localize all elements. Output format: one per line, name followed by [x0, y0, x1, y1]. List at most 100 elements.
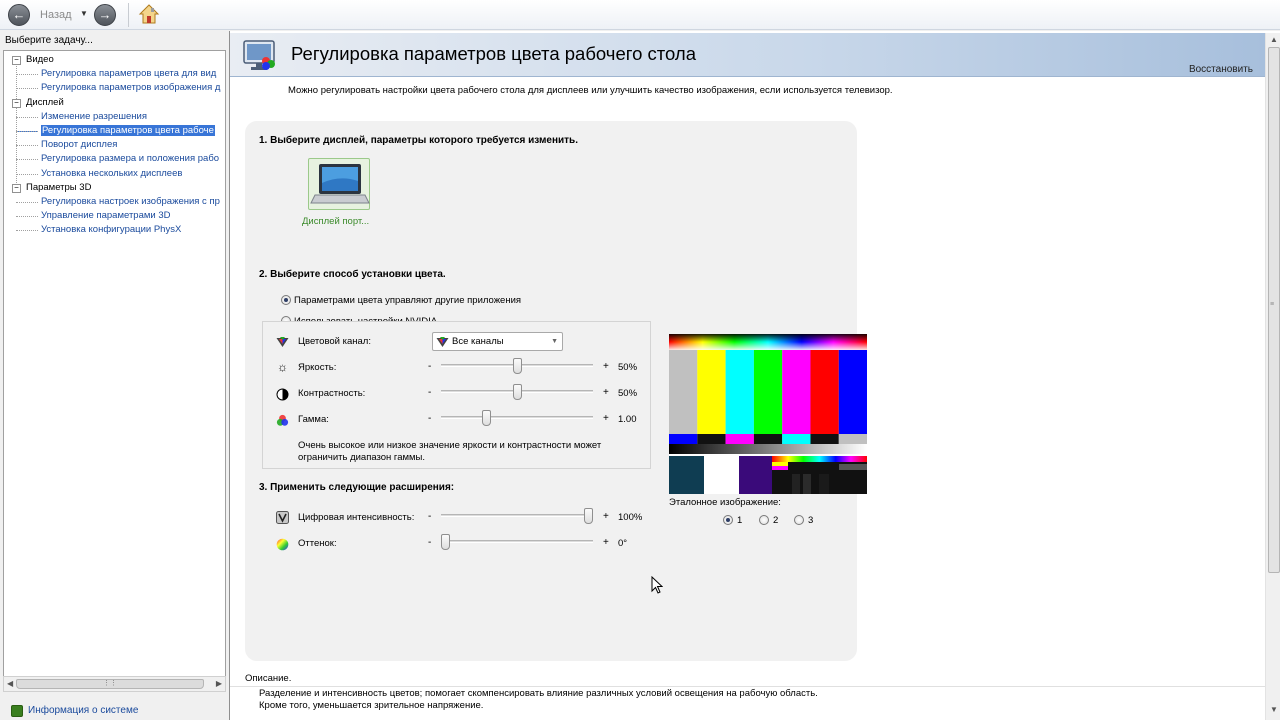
reference-option-2[interactable]	[759, 515, 769, 525]
tree-connector	[16, 130, 38, 132]
reference-option-3[interactable]	[794, 515, 804, 525]
description-text: Разделение и интенсивность цветов; помог…	[259, 688, 818, 712]
gamma-range-note: Очень высокое или низкое значение яркост…	[298, 440, 602, 463]
description-line-2: Кроме того, уменьшается зрительное напря…	[259, 700, 484, 711]
reference-option-3-label[interactable]: 3	[808, 515, 813, 526]
hue-icon	[276, 538, 289, 551]
hue-slider-track[interactable]	[441, 540, 593, 543]
tree-connector	[16, 74, 38, 76]
hue-decrease[interactable]: -	[428, 537, 431, 548]
page-intro: Можно регулировать настройки цвета рабоч…	[288, 85, 893, 96]
history-dropdown-icon[interactable]: ▼	[80, 9, 88, 18]
tree-item-label: Установка конфигурации PhysX	[41, 224, 182, 236]
scroll-down-icon[interactable]: ▼	[1270, 705, 1278, 714]
brightness-icon: ☼	[277, 360, 288, 374]
color-channel-icon	[436, 337, 449, 347]
color-channel-label: Цветовой канал:	[298, 336, 371, 347]
scroll-up-icon[interactable]: ▲	[1270, 35, 1278, 44]
contrast-decrease[interactable]: -	[428, 387, 431, 398]
tree-item-label: Управление параметрами 3D	[41, 210, 171, 222]
gamma-slider-thumb[interactable]	[482, 410, 492, 426]
gamma-label: Гамма:	[298, 414, 329, 425]
tree-connector	[16, 159, 38, 161]
home-icon	[138, 4, 160, 24]
contrast-icon	[276, 388, 289, 401]
step-3-heading: 3. Применить следующие расширения:	[259, 482, 455, 493]
vibrance-decrease[interactable]: -	[428, 511, 431, 522]
task-tree-hscroll[interactable]: ◀ ⋮⋮ ▶	[3, 676, 226, 692]
tree-task-item[interactable]: Регулировка параметров цвета для вид	[4, 67, 225, 81]
brightness-decrease[interactable]: -	[428, 361, 431, 372]
system-info-icon	[11, 705, 23, 717]
tree-task-item[interactable]: Регулировка настроек изображения с пр	[4, 195, 225, 209]
tree-item-label: Поворот дисплея	[41, 139, 118, 151]
collapse-icon[interactable]: −	[12, 56, 21, 65]
tree-task-item[interactable]: Установка конфигурации PhysX	[4, 223, 225, 237]
collapse-icon[interactable]: −	[12, 98, 21, 108]
description-line-1: Разделение и интенсивность цветов; помог…	[259, 688, 818, 699]
reference-option-1[interactable]	[723, 515, 733, 525]
scroll-right-icon[interactable]: ▶	[216, 679, 222, 688]
hue-value: 0°	[618, 538, 628, 549]
toolbar: ← Назад ▼ →	[0, 0, 1280, 30]
back-label[interactable]: Назад	[40, 9, 72, 21]
brightness-increase[interactable]: +	[603, 361, 609, 372]
back-button[interactable]: ←	[8, 4, 30, 26]
hue-label: Оттенок:	[298, 538, 337, 549]
tree-group-item[interactable]: − Параметры 3D	[4, 181, 225, 195]
task-panel-header: Выберите задачу...	[0, 31, 228, 49]
contrast-slider-thumb[interactable]	[512, 384, 522, 400]
contrast-increase[interactable]: +	[603, 387, 609, 398]
tree-task-item[interactable]: Управление параметрами 3D	[4, 209, 225, 223]
mouse-pointer-icon	[651, 576, 663, 594]
tree-group-item[interactable]: − Дисплей	[4, 96, 225, 110]
forward-button[interactable]: →	[94, 4, 116, 26]
tree-group-item[interactable]: − Видео	[4, 53, 225, 67]
home-button[interactable]	[138, 3, 160, 25]
vibrance-slider-track[interactable]	[441, 514, 593, 517]
tree-item-label: Видео	[26, 54, 54, 65]
tree-task-item[interactable]: Регулировка параметров цвета рабоче	[4, 124, 225, 138]
brightness-slider-thumb[interactable]	[512, 358, 522, 374]
hue-slider-thumb[interactable]	[441, 534, 450, 550]
tree-task-item[interactable]: Изменение разрешения	[4, 110, 225, 124]
radio-other-apps[interactable]	[281, 295, 291, 305]
toolbar-separator	[128, 3, 129, 27]
content-vscroll[interactable]: ▲ ≡ ▼	[1265, 33, 1280, 720]
tree-task-item[interactable]: Поворот дисплея	[4, 138, 225, 152]
gamma-icon	[276, 414, 289, 426]
display-label[interactable]: Дисплей порт...	[302, 216, 369, 227]
hue-increase[interactable]: +	[603, 537, 609, 548]
digital-vibrance-icon	[276, 511, 289, 524]
restore-defaults-link[interactable]: Восстановить	[1189, 64, 1253, 75]
reference-option-2-label[interactable]: 2	[773, 515, 778, 526]
reference-image-label: Эталонное изображение:	[669, 497, 781, 508]
contrast-value: 50%	[618, 388, 638, 399]
tree-task-item[interactable]: Установка нескольких дисплеев	[4, 167, 225, 181]
tree-task-item[interactable]: Регулировка размера и положения рабо	[4, 152, 225, 166]
contrast-label: Контрастность:	[298, 388, 366, 399]
collapse-icon[interactable]: −	[12, 183, 21, 193]
page-title: Регулировка параметров цвета рабочего ст…	[291, 43, 696, 64]
tree-connector	[16, 88, 38, 90]
brightness-label: Яркость:	[298, 362, 337, 373]
hscroll-thumb[interactable]: ⋮⋮	[16, 679, 204, 689]
color-channel-select[interactable]: Все каналы ▼	[432, 332, 563, 351]
reference-option-1-label[interactable]: 1	[737, 515, 742, 526]
tree-task-item[interactable]: Регулировка параметров изображения д	[4, 81, 225, 95]
description-divider	[230, 686, 1280, 687]
tree-connector	[16, 173, 38, 175]
gamma-increase[interactable]: +	[603, 413, 609, 424]
vibrance-increase[interactable]: +	[603, 511, 609, 522]
vibrance-slider-thumb[interactable]	[584, 508, 593, 524]
tree-item-label: Регулировка настроек изображения с пр	[41, 195, 220, 207]
display-tile[interactable]	[308, 158, 370, 210]
vscroll-thumb[interactable]	[1268, 47, 1280, 573]
gamma-slider-track[interactable]	[441, 416, 593, 419]
tree-connector	[16, 145, 38, 147]
scroll-left-icon[interactable]: ◀	[7, 679, 13, 688]
task-tree: − Видео Регулировка параметров цвета для в…	[4, 53, 225, 237]
tree-item-label: Изменение разрешения	[41, 110, 147, 122]
gamma-decrease[interactable]: -	[428, 413, 431, 424]
radio-other-apps-label[interactable]: Параметрами цвета управляют другие прило…	[294, 295, 521, 306]
